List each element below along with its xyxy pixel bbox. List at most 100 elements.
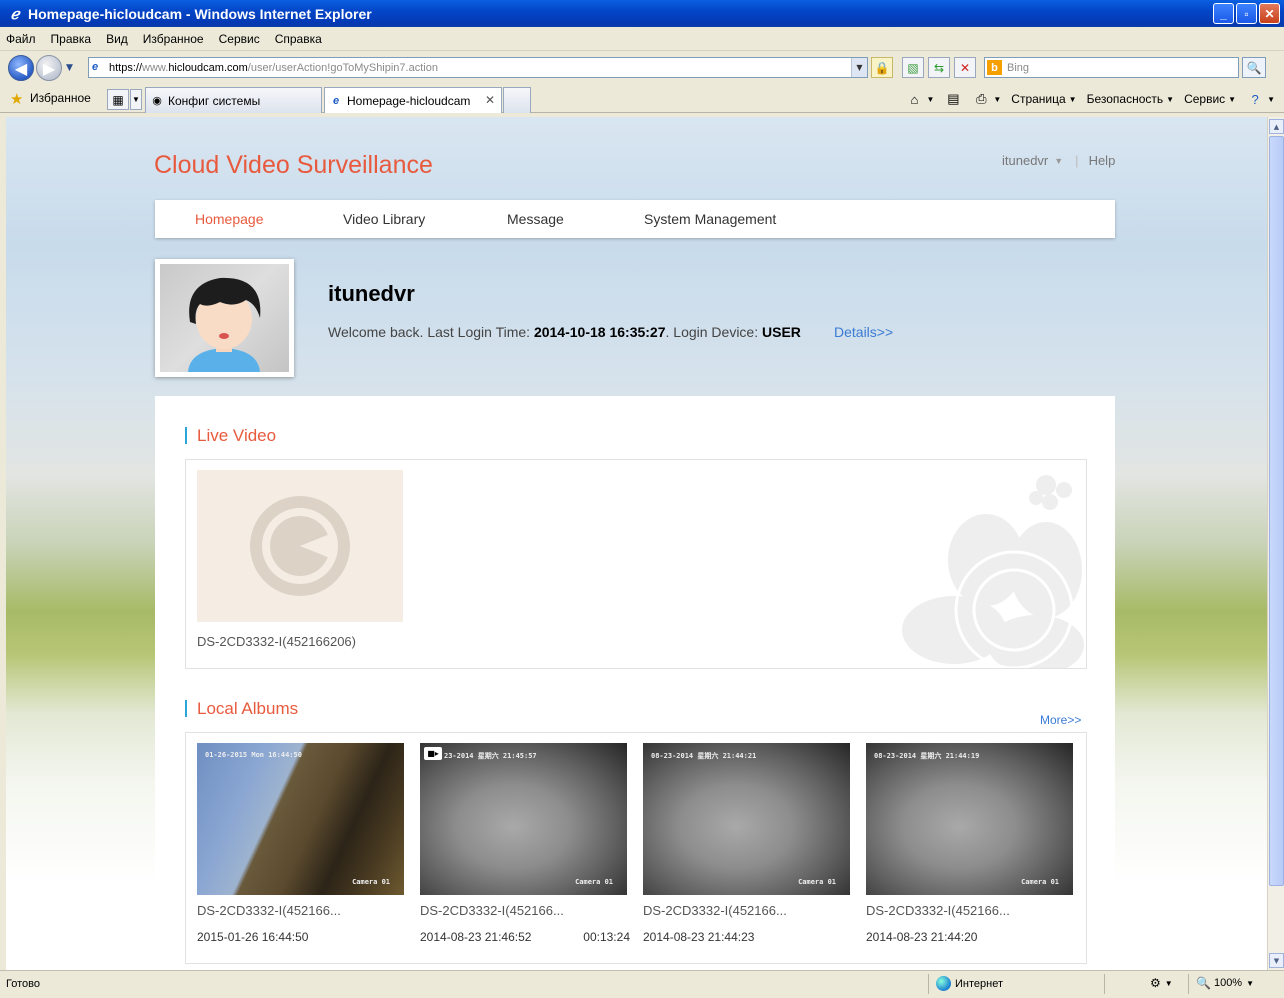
zoom-control[interactable]: 🔍 100% ▼ xyxy=(1196,976,1254,990)
feeds-button[interactable]: ▤ xyxy=(941,88,965,110)
profile-name: itunedvr xyxy=(328,281,415,306)
menu-view[interactable]: Вид xyxy=(106,32,128,46)
search-input[interactable]: b Bing xyxy=(984,57,1239,78)
scroll-thumb[interactable] xyxy=(1269,136,1284,886)
tab-list-dropdown[interactable]: ▼ xyxy=(130,89,142,110)
history-dropdown[interactable]: ▼ xyxy=(66,63,73,73)
more-albums-link[interactable]: More>> xyxy=(1040,713,1081,727)
album-item[interactable]: 08-23-2014 星期六 21:44:19 Camera 01 DS-2CD… xyxy=(866,743,1073,944)
tab-title: Homepage-hicloudcam xyxy=(347,93,471,108)
album-date: 2014-08-23 21:44:23 xyxy=(643,930,850,944)
page-viewport: Cloud Video Surveillance itunedvr ▼ | He… xyxy=(6,117,1267,970)
menu-edit[interactable]: Правка xyxy=(51,32,92,46)
site-brand[interactable]: Cloud Video Surveillance xyxy=(154,151,433,180)
globe-icon xyxy=(936,976,951,991)
album-title[interactable]: DS-2CD3332-I(452166... xyxy=(420,903,627,918)
back-button[interactable]: ◀ xyxy=(8,55,34,81)
tab-system-config[interactable]: ◉ Конфиг системы xyxy=(145,87,322,113)
star-icon[interactable]: ★ xyxy=(10,90,23,108)
minimize-button[interactable]: _ xyxy=(1213,3,1234,24)
tab-homepage[interactable]: e Homepage-hicloudcam ✕ xyxy=(324,87,502,113)
nav-message[interactable]: Message xyxy=(507,211,564,227)
page-scrollbar[interactable]: ▲ ▼ xyxy=(1267,117,1284,970)
username-link[interactable]: itunedvr xyxy=(1002,153,1048,168)
device-prefix: . Login Device: xyxy=(665,324,762,340)
album-item[interactable]: 08-23-2014 星期六 21:44:21 Camera 01 DS-2CD… xyxy=(643,743,850,944)
quick-tabs-button[interactable]: ▦ xyxy=(107,89,129,110)
last-login-time: 2014-10-18 16:35:27 xyxy=(533,324,666,340)
home-button[interactable]: ⌂ ▼ xyxy=(902,88,937,110)
lock-icon[interactable]: 🔒 xyxy=(871,57,893,78)
status-text: Готово xyxy=(6,978,40,990)
live-camera-name[interactable]: DS-2CD3332-I(452166206) xyxy=(197,634,356,649)
search-placeholder: Bing xyxy=(1007,61,1030,74)
help-icon: ? xyxy=(1251,91,1259,107)
refresh-button[interactable]: ⇆ xyxy=(928,57,950,78)
menu-favorites[interactable]: Избранное xyxy=(143,32,204,46)
tab-title: Конфиг системы xyxy=(168,93,261,108)
user-menu: itunedvr ▼ | Help xyxy=(1002,153,1115,168)
scroll-up-icon[interactable]: ▲ xyxy=(1269,119,1284,134)
address-dropdown[interactable]: ▼ xyxy=(851,58,867,77)
arrow-left-icon: ◀ xyxy=(14,58,28,78)
live-video-heading: Live Video xyxy=(185,427,276,444)
address-input[interactable]: e https://www. hicloudcam.com/user/userAc… xyxy=(88,57,868,78)
nav-video-library[interactable]: Video Library xyxy=(343,211,425,227)
album-date-text: 2015-01-26 16:44:50 xyxy=(197,930,309,944)
avatar-image xyxy=(160,264,289,372)
menu-tools[interactable]: Сервис xyxy=(219,32,260,46)
close-tab-icon[interactable]: ✕ xyxy=(485,93,495,107)
nav-system-management[interactable]: System Management xyxy=(644,211,776,227)
thumbnail-camera-label: Camera 01 xyxy=(575,878,613,886)
search-button[interactable]: 🔍 xyxy=(1242,57,1266,78)
album-thumbnail[interactable]: 08-23-2014 星期六 21:44:21 Camera 01 xyxy=(643,743,850,895)
content-panel: Live Video DS-2CD3332-I(452166206) Local… xyxy=(155,396,1115,970)
close-button[interactable]: ✕ xyxy=(1259,3,1280,24)
page-menu-label: Страница xyxy=(1011,92,1066,106)
protected-mode-button[interactable]: ⚙ ▼ xyxy=(1150,976,1173,990)
local-albums-heading: Local Albums xyxy=(185,700,298,717)
live-camera-thumbnail[interactable] xyxy=(197,470,403,622)
album-title[interactable]: DS-2CD3332-I(452166... xyxy=(197,903,404,918)
album-item[interactable]: 01-26-2015 Mon 16:44:50 Camera 01 DS-2CD… xyxy=(197,743,404,944)
help-link[interactable]: Help xyxy=(1089,153,1116,168)
avatar-face-icon xyxy=(188,277,261,372)
help-menu[interactable]: ? ▼ xyxy=(1243,88,1278,110)
album-date-text: 2014-08-23 21:44:23 xyxy=(643,930,755,944)
album-thumbnail[interactable]: ■▸ 23-2014 星期六 21:45:57 Camera 01 xyxy=(420,743,627,895)
page-icon: e xyxy=(92,61,99,73)
page-menu[interactable]: Страница ▼ xyxy=(1008,90,1079,108)
new-tab-button[interactable] xyxy=(503,87,531,113)
album-date: 2015-01-26 16:44:50 xyxy=(197,930,404,944)
album-title[interactable]: DS-2CD3332-I(452166... xyxy=(866,903,1073,918)
window-title: Homepage-hicloudcam - Windows Internet E… xyxy=(28,5,372,22)
window-titlebar: ℯ Homepage-hicloudcam - Windows Internet… xyxy=(0,0,1284,27)
nav-homepage[interactable]: Homepage xyxy=(195,211,264,227)
forward-button[interactable]: ▶ xyxy=(36,55,62,81)
camera-logo-icon xyxy=(250,496,350,596)
thumbnail-timestamp: 01-26-2015 Mon 16:44:50 xyxy=(205,751,302,759)
album-thumbnail[interactable]: 08-23-2014 星期六 21:44:19 Camera 01 xyxy=(866,743,1073,895)
details-link[interactable]: Details>> xyxy=(834,324,893,340)
scroll-down-icon[interactable]: ▼ xyxy=(1269,953,1284,968)
security-zone[interactable]: Интернет xyxy=(936,976,1003,991)
print-button[interactable]: ⎙ ▼ xyxy=(969,88,1004,110)
album-thumbnail[interactable]: 01-26-2015 Mon 16:44:50 Camera 01 xyxy=(197,743,404,895)
avatar[interactable] xyxy=(155,259,294,377)
menu-file[interactable]: Файл xyxy=(6,32,36,46)
stop-button[interactable]: ✕ xyxy=(954,57,976,78)
status-bar: Готово Интернет ⚙ ▼ 🔍 100% ▼ xyxy=(0,970,1284,998)
favorites-button[interactable]: Избранное xyxy=(30,91,91,105)
chevron-down-icon[interactable]: ▼ xyxy=(1054,156,1063,166)
thumbnail-camera-label: Camera 01 xyxy=(1021,878,1059,886)
menu-help[interactable]: Справка xyxy=(275,32,322,46)
maximize-button[interactable]: ▫ xyxy=(1236,3,1257,24)
arrow-right-icon: ▶ xyxy=(42,58,56,78)
tools-menu[interactable]: Сервис ▼ xyxy=(1181,90,1239,108)
album-item[interactable]: ■▸ 23-2014 星期六 21:45:57 Camera 01 DS-2CD… xyxy=(420,743,630,944)
thumbnail-timestamp: 08-23-2014 星期六 21:44:21 xyxy=(651,752,757,760)
safety-menu[interactable]: Безопасность ▼ xyxy=(1084,90,1177,108)
compatibility-button[interactable]: ▧ xyxy=(902,57,924,78)
album-title[interactable]: DS-2CD3332-I(452166... xyxy=(643,903,850,918)
album-date-text: 2014-08-23 21:46:52 xyxy=(420,930,532,944)
